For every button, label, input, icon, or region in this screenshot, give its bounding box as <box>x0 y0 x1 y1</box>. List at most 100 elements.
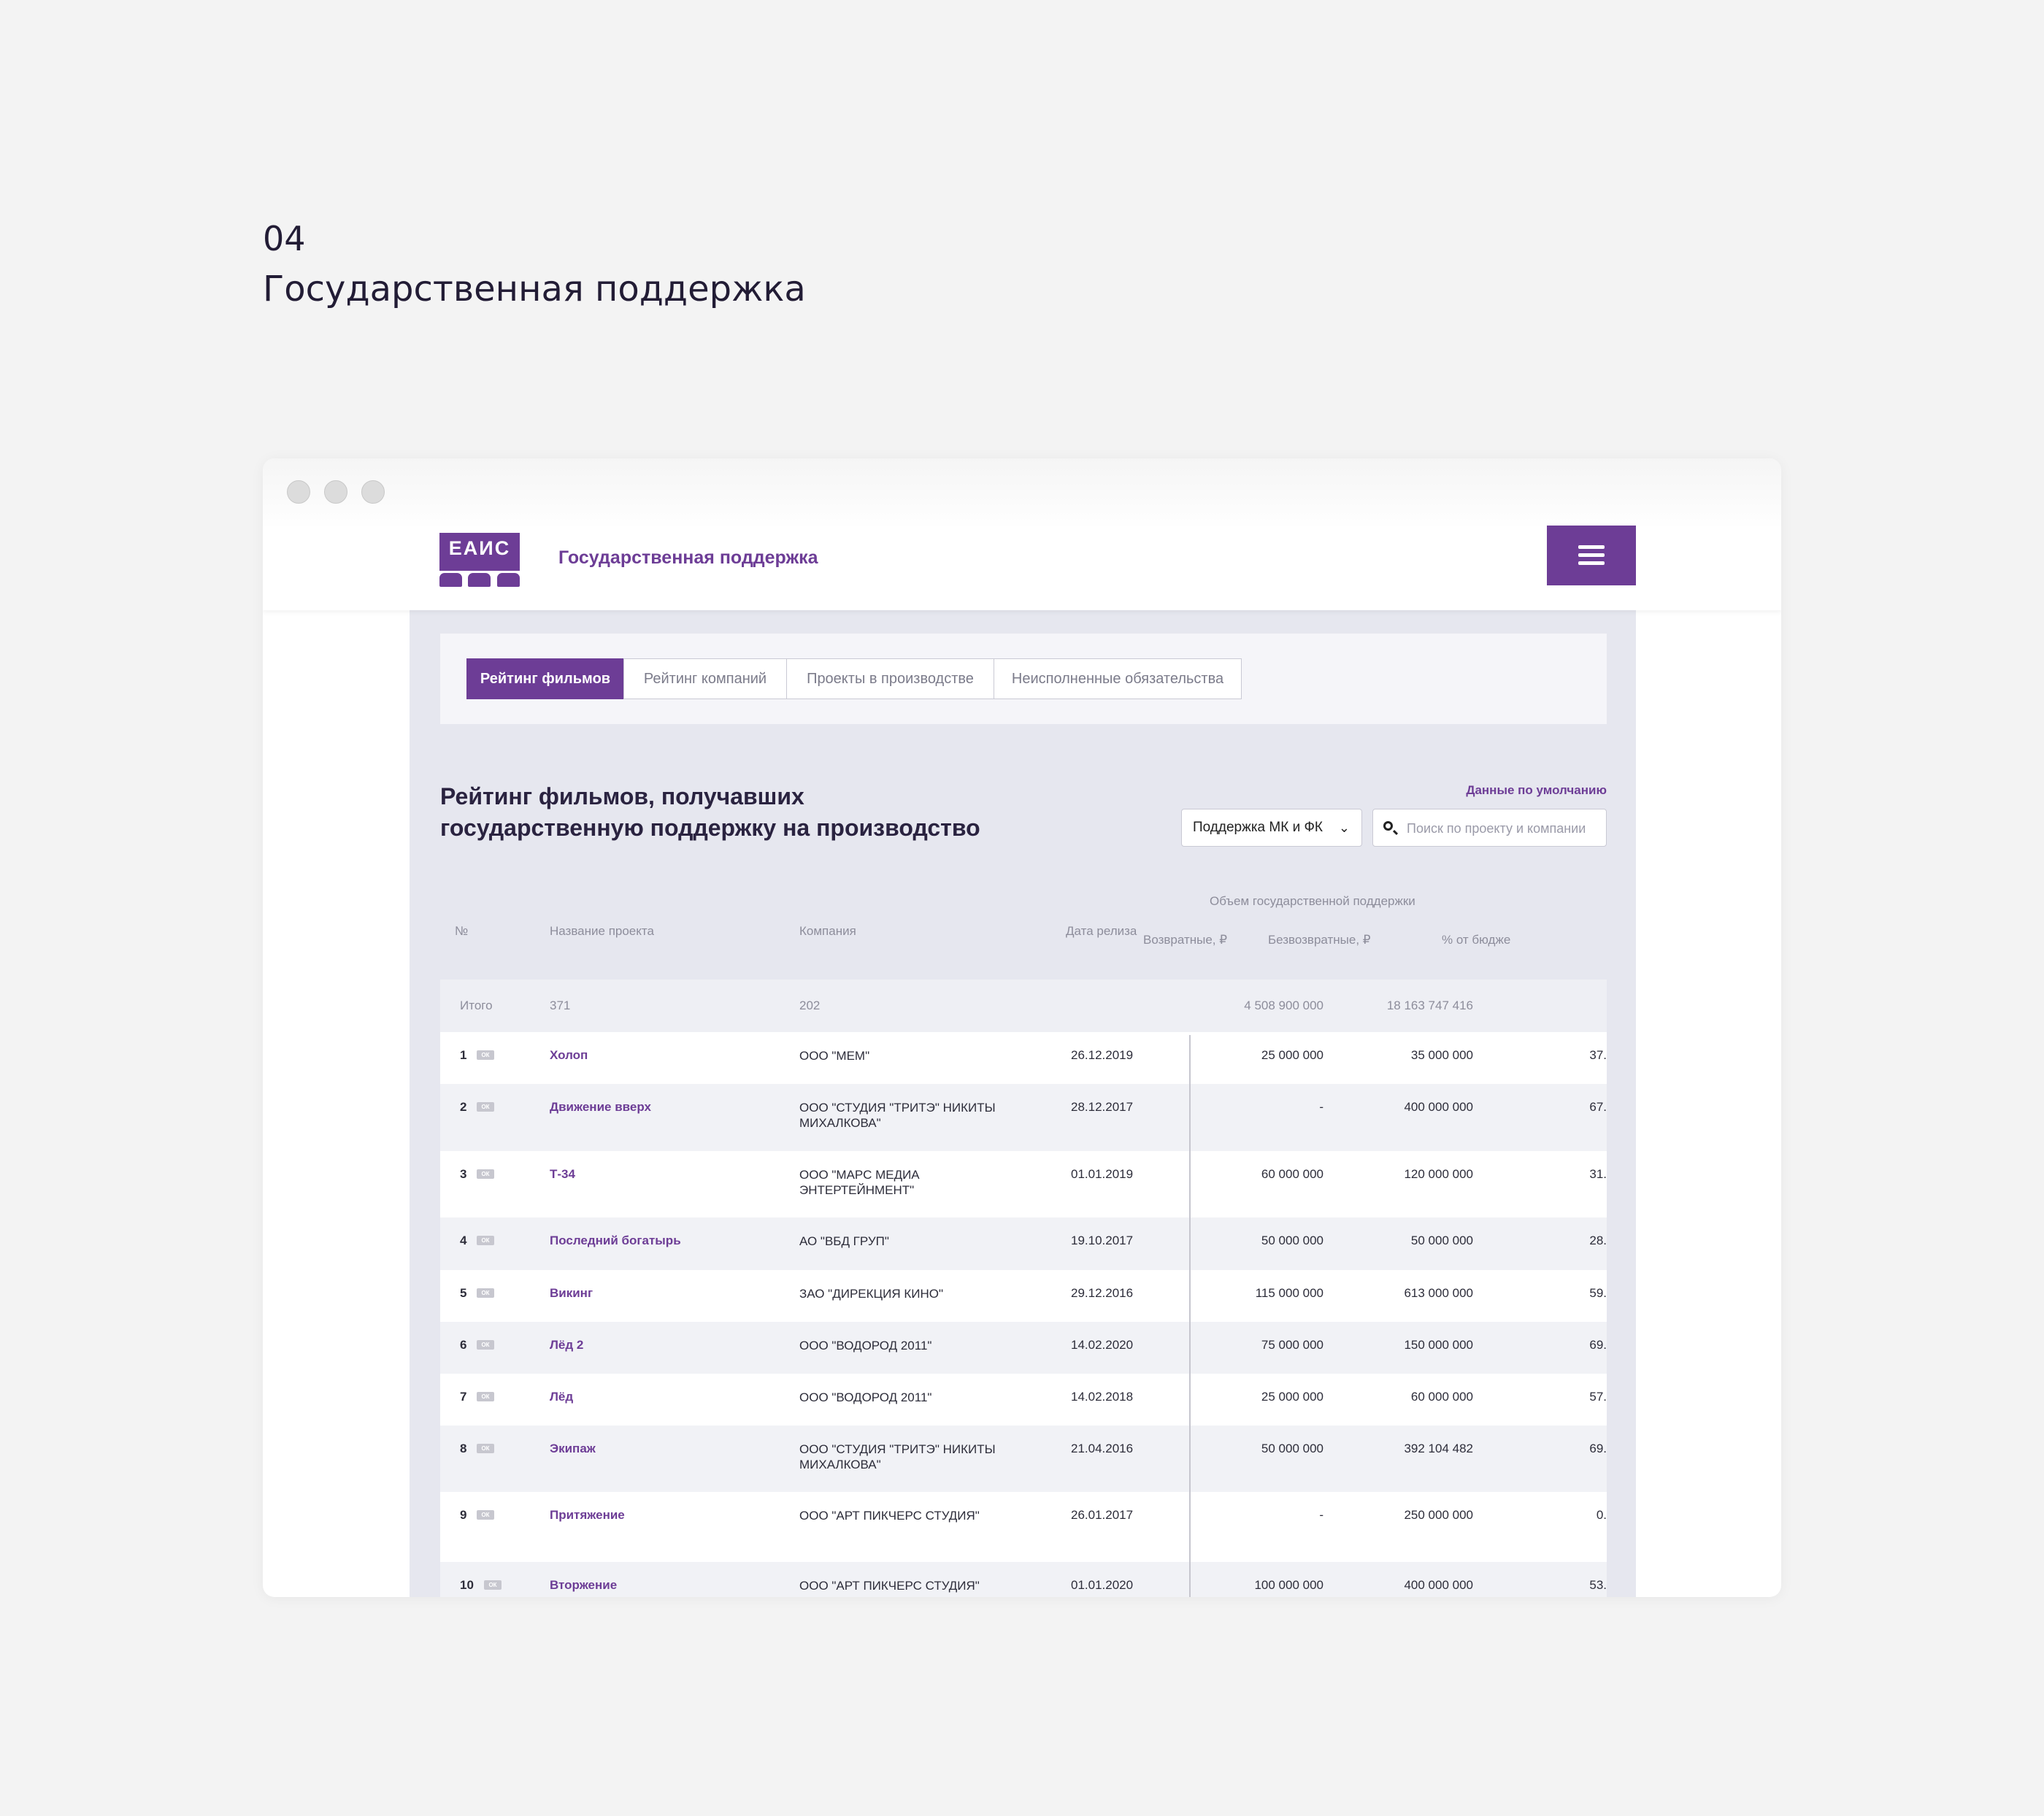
heading-line-2: государственную поддержку на производств… <box>440 815 980 841</box>
company-name: ООО "АРТ ПИКЧЕРС СТУДИЯ" <box>799 1509 980 1523</box>
film-title-link[interactable]: Вторжение <box>550 1578 617 1593</box>
release-date: 19.10.2017 <box>1071 1234 1134 1247</box>
table-row[interactable]: 3 ОК Т-34 ООО "МАРС МЕДИА ЭНТЕРТЕЙНМЕНТ"… <box>440 1151 1607 1217</box>
table-row[interactable]: 9 ОК Притяжение ООО "АРТ ПИКЧЕРС СТУДИЯ"… <box>440 1492 1607 1562</box>
budget-percent: 67. <box>1589 1100 1607 1114</box>
budget-percent: 28. <box>1589 1234 1607 1247</box>
nonreturnable-amount: 613 000 000 <box>1404 1286 1473 1300</box>
default-data-link[interactable]: Данные по умолчанию <box>1466 783 1607 798</box>
rating-badge-icon: ОК <box>477 1288 494 1298</box>
film-title-link[interactable]: Холоп <box>550 1048 588 1063</box>
logo-text: ЕАИС <box>448 537 511 559</box>
budget-percent: 69. <box>1589 1442 1607 1455</box>
film-title-link[interactable]: Лёд 2 <box>550 1338 583 1353</box>
row-rank: 2 <box>460 1100 467 1114</box>
release-date: 01.01.2019 <box>1071 1167 1134 1181</box>
tab-unfulfilled-obligations[interactable]: Неисполненные обязательства <box>994 658 1242 699</box>
company-name: ООО "МЕМ" <box>799 1049 870 1063</box>
seat-icon <box>497 573 520 587</box>
nonreturnable-amount: 392 104 482 <box>1404 1442 1473 1455</box>
nonreturnable-amount: 120 000 000 <box>1404 1167 1473 1181</box>
returnable-amount: - <box>1319 1100 1323 1114</box>
total-projects: 371 <box>550 999 571 1012</box>
release-date: 21.04.2016 <box>1071 1442 1134 1455</box>
film-title-link[interactable]: Лёд <box>550 1390 573 1404</box>
row-rank: 3 <box>460 1167 467 1181</box>
col-company: Компания <box>799 924 856 938</box>
rating-badge-icon: ОК <box>477 1392 494 1401</box>
total-companies: 202 <box>799 999 821 1012</box>
film-title-link[interactable]: Движение вверх <box>550 1100 651 1115</box>
rating-badge-icon: ОК <box>484 1580 502 1590</box>
window-minimize-dot[interactable] <box>324 480 347 504</box>
tabs-panel: Рейтинг фильмов Рейтинг компаний Проекты… <box>440 634 1607 724</box>
returnable-amount: 100 000 000 <box>1254 1578 1323 1592</box>
release-date: 14.02.2020 <box>1071 1338 1134 1352</box>
returnable-amount: - <box>1319 1508 1323 1522</box>
hamburger-menu-button[interactable] <box>1547 526 1636 585</box>
search-input[interactable] <box>1405 815 1602 842</box>
tab-film-rating[interactable]: Рейтинг фильмов <box>466 658 624 699</box>
table-row[interactable]: 8 ОК Экипаж ООО "СТУДИЯ "ТРИТЭ" НИКИТЫ М… <box>440 1426 1607 1492</box>
budget-percent: 59. <box>1589 1286 1607 1300</box>
support-type-dropdown[interactable]: Поддержка МК и ФК ⌄ <box>1181 809 1362 847</box>
film-title-link[interactable]: Последний богатырь <box>550 1234 681 1248</box>
company-name: АО "ВБД ГРУП" <box>799 1234 889 1248</box>
search-box[interactable] <box>1372 809 1607 847</box>
nonreturnable-amount: 150 000 000 <box>1404 1338 1473 1352</box>
rating-badge-icon: ОК <box>477 1340 494 1350</box>
company-name: ООО "АРТ ПИКЧЕРС СТУДИЯ" <box>799 1579 980 1593</box>
film-title-link[interactable]: Т-34 <box>550 1167 575 1182</box>
tab-projects-in-production[interactable]: Проекты в производстве <box>786 658 994 699</box>
rating-badge-icon: ОК <box>477 1236 494 1245</box>
page-heading: Рейтинг фильмов, получавших государствен… <box>440 781 995 844</box>
film-title-link[interactable]: Экипаж <box>550 1442 596 1456</box>
film-title-link[interactable]: Викинг <box>550 1286 593 1301</box>
table-row[interactable]: 7 ОК Лёд ООО "ВОДОРОД 2011" 14.02.2018 2… <box>440 1374 1607 1426</box>
budget-percent: 37. <box>1589 1048 1607 1062</box>
budget-percent: 69. <box>1589 1338 1607 1352</box>
row-rank: 10 <box>460 1578 474 1592</box>
returnable-amount: 50 000 000 <box>1261 1442 1323 1455</box>
tab-company-rating[interactable]: Рейтинг компаний <box>623 658 787 699</box>
col-returnable: Возвратные, ₽ <box>1143 933 1228 947</box>
release-date: 26.12.2019 <box>1071 1048 1134 1062</box>
nonreturnable-amount: 50 000 000 <box>1410 1234 1473 1247</box>
col-group-support-volume: Объем государственной поддержки <box>1210 894 1415 908</box>
company-name: ЗАО "ДИРЕКЦИЯ КИНО" <box>799 1287 943 1301</box>
table-row[interactable]: 1 ОК Холоп ООО "МЕМ" 26.12.2019 25 000 0… <box>440 1032 1607 1084</box>
table-row[interactable]: 4 ОК Последний богатырь АО "ВБД ГРУП" 19… <box>440 1217 1607 1270</box>
table-row[interactable]: 10 ОК Вторжение ООО "АРТ ПИКЧЕРС СТУДИЯ"… <box>440 1562 1607 1597</box>
release-date: 28.12.2017 <box>1071 1100 1134 1114</box>
table-row[interactable]: 5 ОК Викинг ЗАО "ДИРЕКЦИЯ КИНО" 29.12.20… <box>440 1270 1607 1322</box>
table-row[interactable]: 2 ОК Движение вверх ООО "СТУДИЯ "ТРИТЭ" … <box>440 1084 1607 1151</box>
col-percent-budget: % от бюдже <box>1442 933 1511 947</box>
eais-logo[interactable]: ЕАИС <box>439 533 520 587</box>
hamburger-icon <box>1578 561 1605 565</box>
heading-line-1: Рейтинг фильмов, получавших <box>440 783 804 809</box>
nonreturnable-amount: 35 000 000 <box>1410 1048 1473 1062</box>
hamburger-icon <box>1578 545 1605 549</box>
chevron-down-icon: ⌄ <box>1338 820 1350 835</box>
budget-percent: 53. <box>1589 1578 1607 1592</box>
total-returnable: 4 508 900 000 <box>1244 999 1323 1012</box>
seat-icon <box>439 573 462 587</box>
window-maximize-dot[interactable] <box>361 480 385 504</box>
nonreturnable-amount: 400 000 000 <box>1404 1578 1473 1592</box>
returnable-amount: 25 000 000 <box>1261 1390 1323 1404</box>
nonreturnable-amount: 60 000 000 <box>1410 1390 1473 1404</box>
col-release-date: Дата релиза <box>1066 924 1137 938</box>
company-name: ООО "МАРС МЕДИА ЭНТЕРТЕЙНМЕНТ" <box>799 1168 920 1197</box>
returnable-amount: 115 000 000 <box>1255 1286 1323 1300</box>
row-rank: 8 <box>460 1442 467 1455</box>
rating-badge-icon: ОК <box>477 1169 494 1179</box>
rating-badge-icon: ОК <box>477 1050 494 1060</box>
window-close-dot[interactable] <box>287 480 310 504</box>
returnable-amount: 60 000 000 <box>1261 1167 1323 1181</box>
returnable-amount: 50 000 000 <box>1261 1234 1323 1247</box>
budget-percent: 31. <box>1589 1167 1607 1181</box>
film-title-link[interactable]: Притяжение <box>550 1508 625 1523</box>
table-row[interactable]: 6 ОК Лёд 2 ООО "ВОДОРОД 2011" 14.02.2020… <box>440 1322 1607 1374</box>
row-rank: 1 <box>460 1048 467 1062</box>
returnable-amount: 25 000 000 <box>1261 1048 1323 1062</box>
